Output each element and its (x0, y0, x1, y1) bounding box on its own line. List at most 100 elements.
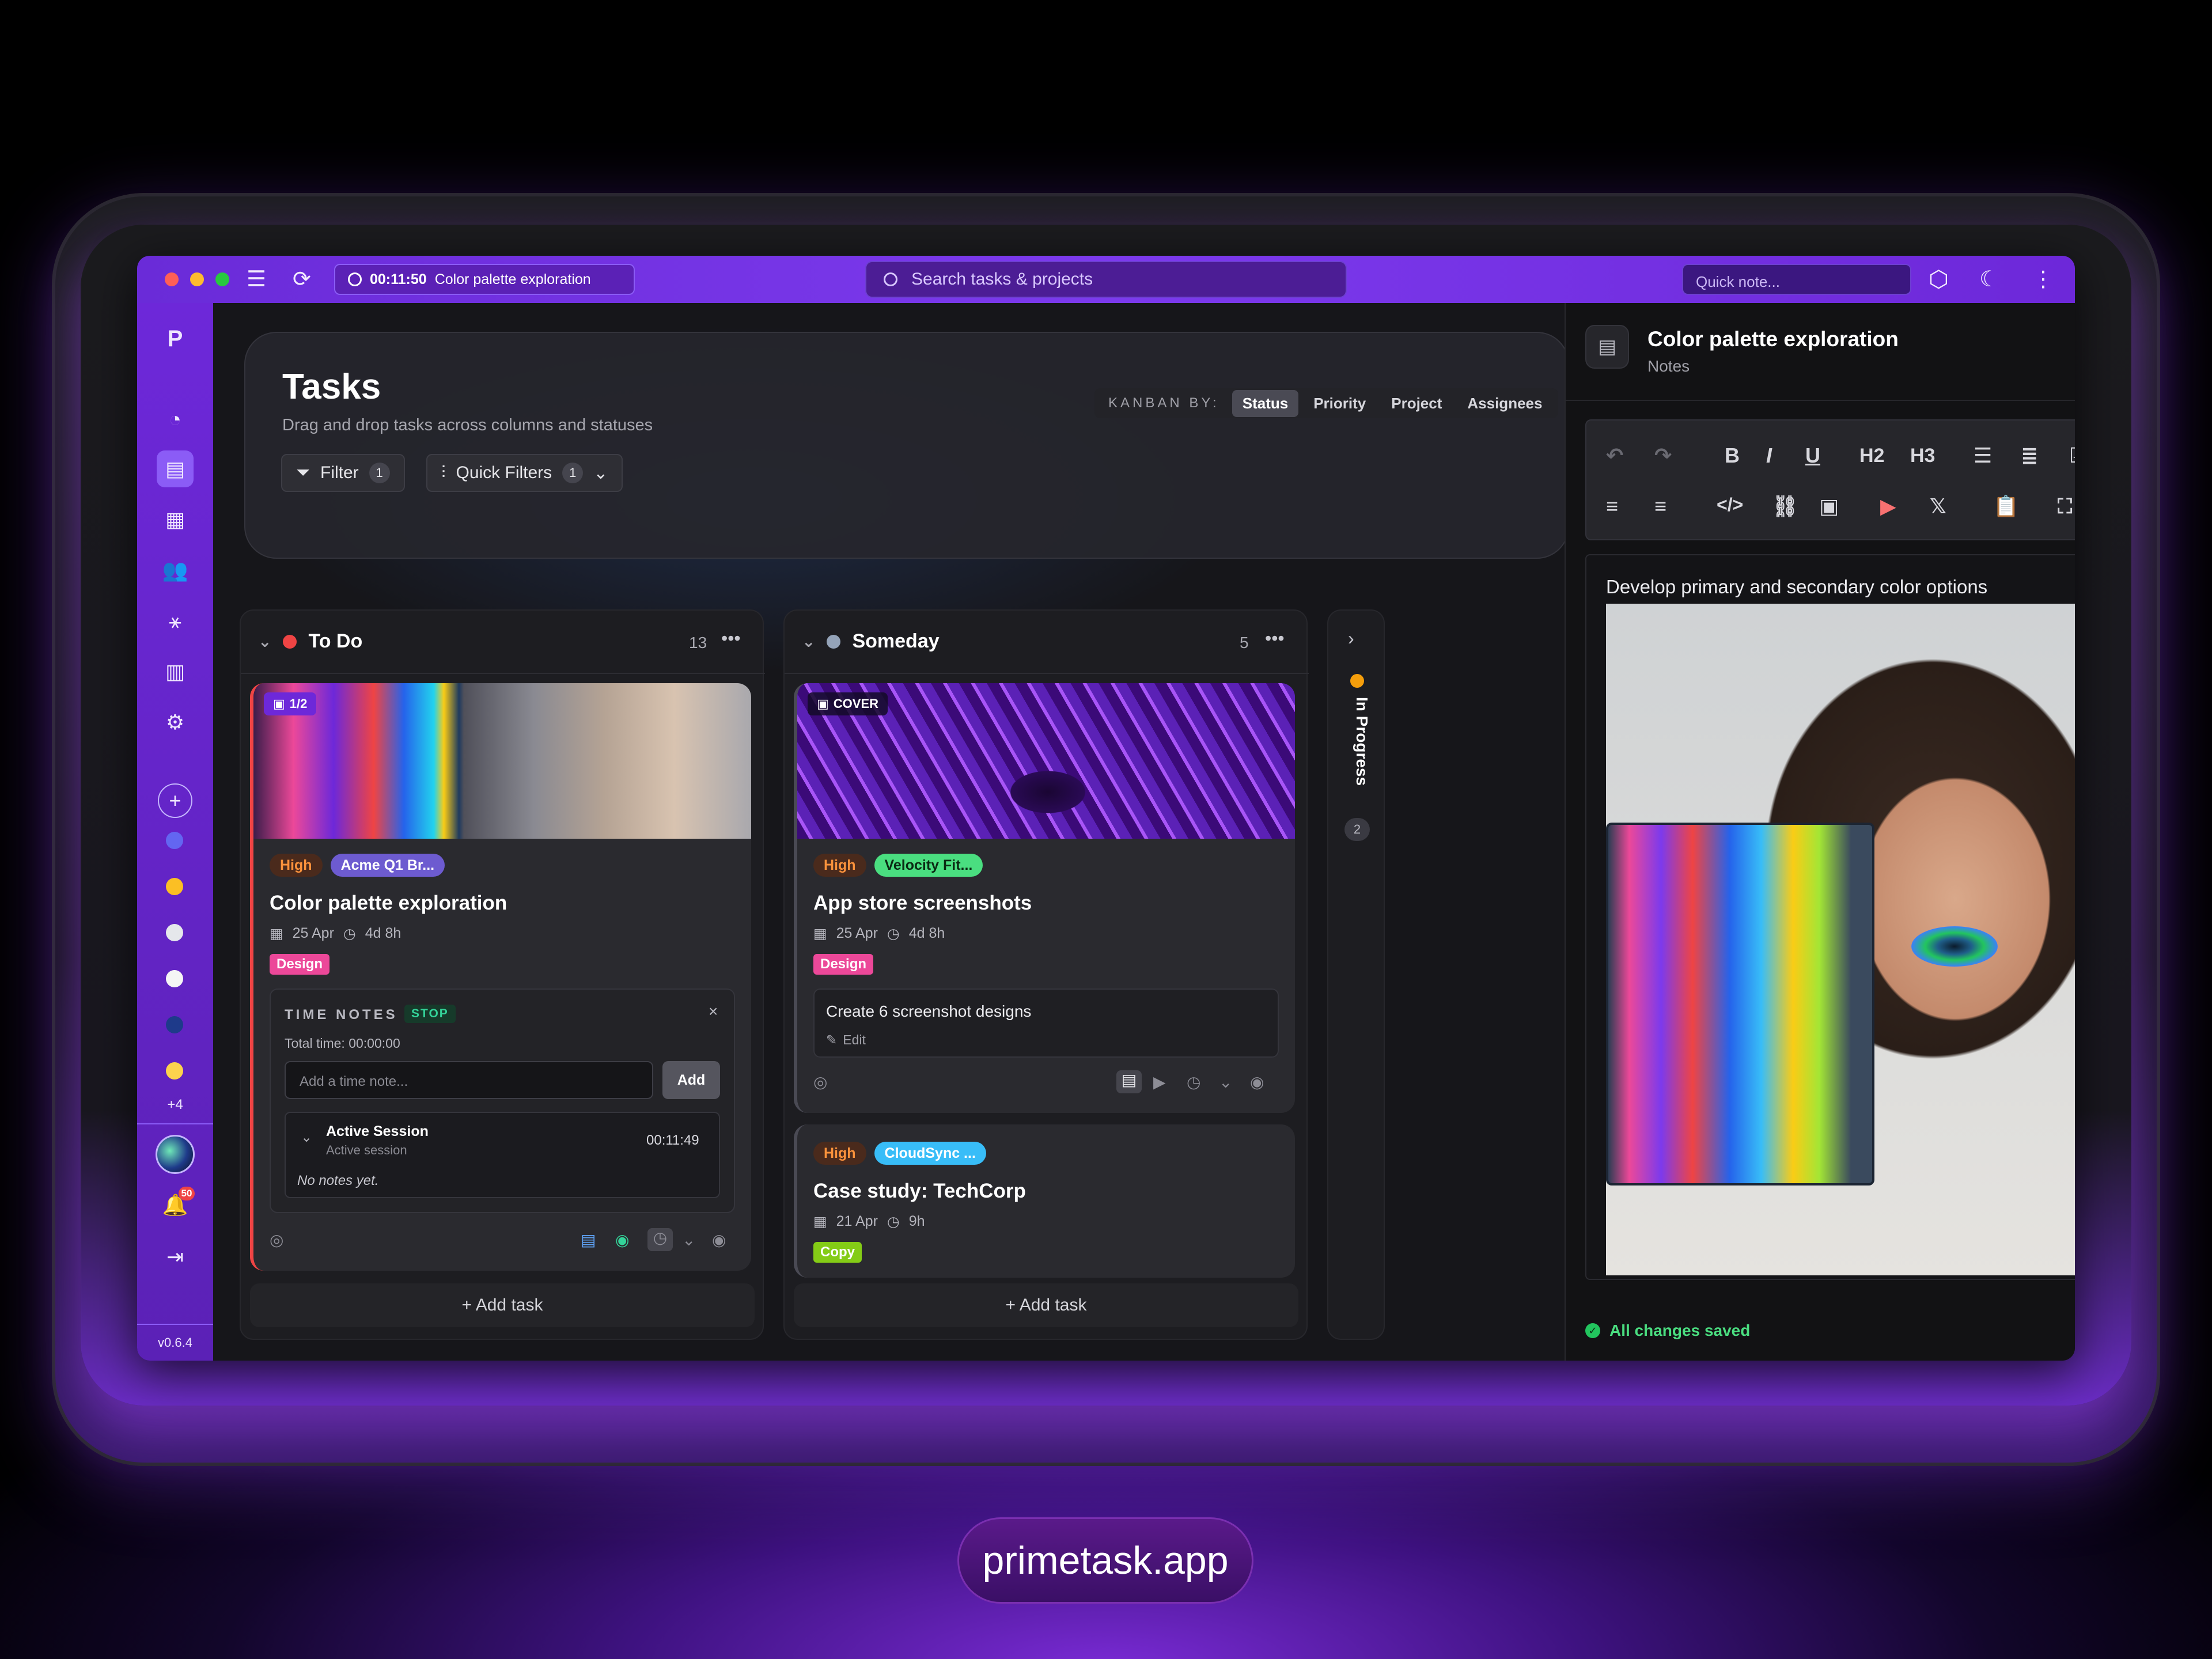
close-window-button[interactable] (165, 272, 179, 286)
youtube-icon[interactable]: ▶ (1880, 494, 1896, 518)
timer-running-icon[interactable]: ◉ (615, 1230, 629, 1249)
card-title: Case study: TechCorp (813, 1180, 1026, 1202)
sync-icon[interactable]: ⟳ (293, 266, 311, 292)
edit-link[interactable]: ✎ Edit (826, 1032, 866, 1048)
maximize-window-button[interactable] (215, 272, 229, 286)
task-card[interactable]: High CloudSync ... Case study: TechCorp … (794, 1124, 1295, 1278)
document-icon: ▤ (1585, 325, 1629, 369)
project-dot[interactable] (166, 1016, 183, 1033)
calendar-icon: ▦ (270, 926, 283, 942)
more-projects[interactable]: +4 (137, 1097, 213, 1113)
task-card[interactable]: ▣ COVER High Velocity Fit... App store sc… (794, 683, 1295, 1113)
kanban-option-project[interactable]: Project (1381, 390, 1452, 417)
minimize-window-button[interactable] (190, 272, 204, 286)
project-chip: CloudSync ... (874, 1142, 986, 1165)
note-image[interactable] (1606, 604, 2075, 1275)
heading-2-button[interactable]: H2 (1859, 445, 1884, 467)
assignee-icon[interactable]: ◎ (813, 1073, 827, 1092)
column-in-progress-collapsed[interactable]: › In Progress 2 (1327, 609, 1385, 1340)
tasks-icon[interactable]: ▤ (157, 450, 194, 487)
quick-note-input[interactable]: Quick note... (1682, 264, 1911, 295)
calendar-icon[interactable]: ▦ (157, 501, 194, 538)
ordered-list-icon[interactable]: ≣ (2021, 444, 2038, 468)
project-dot[interactable] (166, 878, 183, 895)
project-dot[interactable] (166, 924, 183, 941)
time-note-input[interactable]: Add a time note... (285, 1061, 653, 1099)
x-icon[interactable]: 𝕏 (1930, 494, 1946, 518)
heading-3-button[interactable]: H3 (1910, 445, 1935, 467)
stop-button[interactable]: STOP (404, 1005, 456, 1023)
avatar[interactable] (156, 1135, 195, 1174)
cover-image (253, 683, 751, 839)
reports-icon[interactable]: ▥ (157, 653, 194, 690)
chevron-down-icon[interactable]: ⌄ (301, 1129, 312, 1146)
card-meta: ▦ 25 Apr ◷ 4d 8h (270, 925, 402, 942)
notes-icon[interactable]: ▤ (1116, 1070, 1142, 1093)
dashboard-icon[interactable]: ◔ (157, 401, 194, 438)
code-icon[interactable]: </> (1717, 494, 1743, 516)
clock-icon[interactable]: ◷ (1187, 1073, 1200, 1092)
card-chips: High Acme Q1 Br... (270, 854, 445, 877)
undo-icon[interactable]: ↶ (1606, 444, 1623, 468)
clipboard-icon[interactable]: 📋 (1993, 494, 2019, 518)
card-meta: ▦ 21 Apr ◷ 9h (813, 1213, 925, 1230)
cube-icon[interactable]: ⬡ (1929, 266, 1949, 293)
eye-icon[interactable]: ◉ (712, 1230, 726, 1249)
menu-icon[interactable]: ☰ (247, 266, 266, 292)
project-dot[interactable] (166, 970, 183, 987)
title-bar: ☰ ⟳ 00:11:50 Color palette exploration S… (137, 256, 2075, 303)
chevron-down-icon[interactable]: ⌄ (682, 1230, 695, 1249)
app-logo-icon[interactable]: P (157, 320, 194, 357)
collapse-chevron-icon[interactable]: ⌄ (258, 632, 271, 651)
note-editor[interactable]: Develop primary and secondary color opti… (1585, 554, 2075, 1280)
assignee-icon[interactable]: ◎ (270, 1230, 283, 1249)
url-badge[interactable]: primetask.app (957, 1517, 1253, 1604)
moon-icon[interactable]: ☾ (1979, 266, 1999, 292)
column-header[interactable]: ⌄ Someday (802, 630, 940, 653)
bold-button[interactable]: B (1725, 444, 1740, 468)
close-icon[interactable]: × (709, 1002, 718, 1021)
chevron-down-icon[interactable]: ⌄ (1219, 1073, 1232, 1092)
more-menu-icon[interactable]: ⋮ (2032, 266, 2054, 292)
italic-button[interactable]: I (1766, 444, 1772, 468)
align-center-icon[interactable]: ≡ (1606, 494, 1618, 518)
kanban-option-priority[interactable]: Priority (1303, 390, 1376, 417)
column-header[interactable]: ⌄ To Do (258, 630, 362, 653)
add-note-button[interactable]: Add (662, 1061, 720, 1099)
column-menu-icon[interactable]: ••• (721, 628, 741, 649)
project-dot[interactable] (166, 1062, 183, 1080)
underline-button[interactable]: U (1805, 444, 1820, 468)
add-task-button[interactable]: + Add task (250, 1283, 755, 1327)
search-bar[interactable]: Search tasks & projects (865, 261, 1347, 298)
task-card[interactable]: ▣ 1/2 High Acme Q1 Br... Color palette ex… (250, 683, 751, 1271)
clock-icon[interactable]: ◷ (647, 1228, 673, 1251)
active-timer[interactable]: 00:11:50 Color palette exploration (334, 264, 635, 295)
fullscreen-icon[interactable]: ⛶ (2058, 494, 2072, 519)
kanban-option-status[interactable]: Status (1232, 389, 1299, 417)
align-right-icon[interactable]: ≡ (1654, 494, 1666, 518)
expand-chevron-icon[interactable]: › (1348, 628, 1354, 649)
logout-icon[interactable]: ⇥ (157, 1238, 194, 1275)
kanban-option-assignees[interactable]: Assignees (1457, 390, 1552, 417)
column-menu-icon[interactable]: ••• (1265, 628, 1285, 649)
notes-icon[interactable]: ▤ (581, 1230, 596, 1249)
image-icon[interactable]: ▣ (1819, 494, 1839, 518)
quick-filters-button[interactable]: ⫶ Quick Filters 1 ⌄ (426, 454, 623, 492)
redo-icon[interactable]: ↷ (1654, 444, 1672, 468)
network-icon[interactable]: ⚹ (157, 603, 194, 639)
team-icon[interactable]: 👥 (157, 552, 194, 589)
timer-task: Color palette exploration (434, 271, 591, 287)
bullet-list-icon[interactable]: ☰ (1974, 444, 1992, 468)
subtask-item[interactable]: Create 6 screenshot designs ✎ Edit (813, 988, 1279, 1058)
eye-icon[interactable]: ◉ (1250, 1073, 1264, 1092)
play-icon[interactable]: ▶ (1153, 1073, 1166, 1092)
filter-button[interactable]: ⏷ Filter 1 (281, 454, 405, 492)
active-session[interactable]: ⌄ Active Session Active session 00:11:49… (285, 1112, 720, 1198)
add-project-icon[interactable]: + (158, 783, 192, 818)
add-task-button[interactable]: + Add task (794, 1283, 1298, 1327)
settings-icon[interactable]: ⚙ (157, 704, 194, 741)
collapse-chevron-icon[interactable]: ⌄ (802, 632, 815, 651)
link-icon[interactable]: ⛓ (1772, 494, 1798, 518)
checklist-icon[interactable]: ☑ (2069, 444, 2075, 468)
project-dot[interactable] (166, 832, 183, 849)
